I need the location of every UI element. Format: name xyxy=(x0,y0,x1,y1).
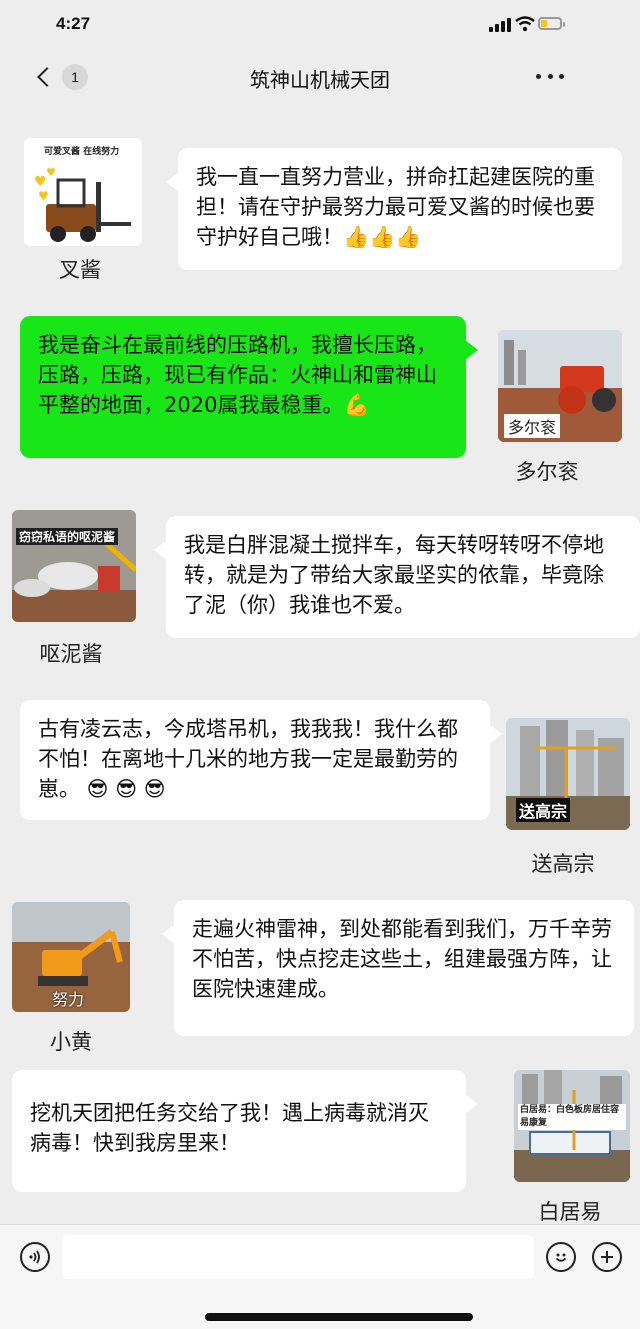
sender-name: 呕泥酱 xyxy=(39,642,103,666)
avatar-caption: 努力 xyxy=(52,990,85,1009)
input-bar xyxy=(0,1224,640,1329)
battery-icon xyxy=(538,17,565,30)
status-time: 4:27 xyxy=(56,14,91,33)
avatar-ounijiang[interactable]: 窃窃私语的呕泥酱 xyxy=(12,510,136,622)
avatar-songgaozong[interactable]: 送高宗 xyxy=(506,718,630,830)
message-bubble[interactable]: 古有凌云志，今成塔吊机，我我我！我什么都不怕！在离地十几米的地方我一定是最勤劳的… xyxy=(20,700,502,820)
signal-icon xyxy=(489,18,511,32)
avatar-xiaohuang[interactable]: 努力 xyxy=(12,902,130,1012)
home-indicator[interactable] xyxy=(205,1313,473,1321)
message-bubble[interactable]: 我是奋斗在最前线的压路机，我擅长压路，压路，压路，现已有作品：火神山和雷神山平整… xyxy=(20,316,478,458)
message-bubble[interactable]: 挖机天团把任务交给了我！遇上病毒就消灭病毒！快到我房里来！ xyxy=(12,1070,478,1192)
voice-icon[interactable] xyxy=(20,1242,50,1272)
avatar-caption: 白居易：白色板房居住容易康复 xyxy=(518,1104,626,1130)
message-bubble[interactable]: 我是白胖混凝土搅拌车，每天转呀转呀不停地转，就是为了带给大家最坚实的依靠，毕竟除… xyxy=(154,516,640,638)
message-bubble[interactable]: 我一直一直努力营业，拼命扛起建医院的重担！请在守护最努力最可爱叉酱的时候也要守护… xyxy=(166,148,622,270)
sender-name: 小黄 xyxy=(50,1030,92,1054)
plus-icon[interactable] xyxy=(592,1242,622,1272)
message-bubble[interactable]: 走遍火神雷神，到处都能看到我们，万千辛劳不怕苦，快点挖走这些土，组建最强方阵，让… xyxy=(162,900,634,1036)
status-bar: 4:27 xyxy=(0,0,640,50)
sender-name: 白居易 xyxy=(538,1200,602,1224)
sender-name: 送高宗 xyxy=(531,852,595,876)
avatar-caption: 多尔衮 xyxy=(504,414,561,438)
avatar-caption: 窃窃私语的呕泥酱 xyxy=(16,528,119,545)
avatar-duoergun[interactable]: 多尔衮 xyxy=(498,330,622,442)
nav-bar: 1 筑神山机械天团 xyxy=(0,52,640,102)
avatar-baijuyi[interactable]: 白居易：白色板房居住容易康复 xyxy=(514,1070,630,1182)
avatar-caption: 送高宗 xyxy=(516,798,571,822)
avatar-chajiang[interactable]: 可爱叉酱 在线努力 ♥ ♥ ♥ xyxy=(24,138,142,246)
wifi-icon xyxy=(515,16,535,32)
sender-name: 多尔衮 xyxy=(515,460,579,484)
mixer-truck-icon xyxy=(12,510,136,622)
svg-text:♥: ♥ xyxy=(38,189,49,203)
forklift-icon: ♥ ♥ ♥ xyxy=(34,166,131,242)
message-input[interactable] xyxy=(62,1235,534,1279)
emoji-icon[interactable] xyxy=(546,1242,576,1272)
sender-name: 叉酱 xyxy=(59,258,101,282)
svg-text:♥: ♥ xyxy=(34,174,47,190)
more-dots-icon[interactable] xyxy=(536,64,564,88)
svg-text:♥: ♥ xyxy=(46,166,56,179)
